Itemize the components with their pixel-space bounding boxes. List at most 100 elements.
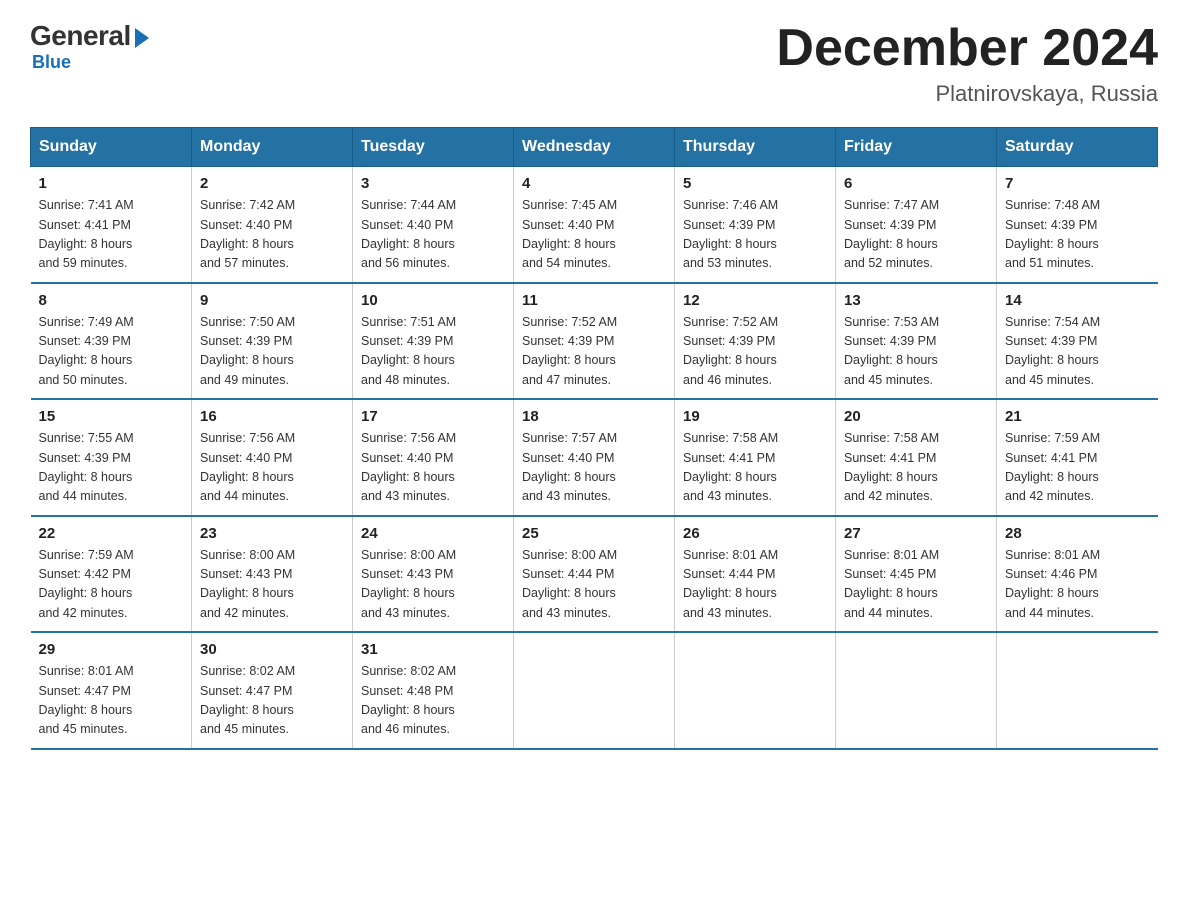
calendar-cell: 11 Sunrise: 7:52 AM Sunset: 4:39 PM Dayli… xyxy=(514,283,675,400)
day-info: Sunrise: 7:56 AM Sunset: 4:40 PM Dayligh… xyxy=(361,429,505,507)
day-info: Sunrise: 7:48 AM Sunset: 4:39 PM Dayligh… xyxy=(1005,196,1150,274)
calendar-cell: 28 Sunrise: 8:01 AM Sunset: 4:46 PM Dayli… xyxy=(997,516,1158,633)
day-info: Sunrise: 7:44 AM Sunset: 4:40 PM Dayligh… xyxy=(361,196,505,274)
logo: General Blue xyxy=(30,20,149,73)
month-title: December 2024 xyxy=(776,20,1158,77)
day-info: Sunrise: 7:50 AM Sunset: 4:39 PM Dayligh… xyxy=(200,313,344,391)
day-info: Sunrise: 8:00 AM Sunset: 4:44 PM Dayligh… xyxy=(522,546,666,624)
logo-arrow-icon xyxy=(135,28,149,48)
calendar-cell: 6 Sunrise: 7:47 AM Sunset: 4:39 PM Daylig… xyxy=(836,167,997,283)
day-info: Sunrise: 7:49 AM Sunset: 4:39 PM Dayligh… xyxy=(39,313,184,391)
day-number: 2 xyxy=(200,175,344,192)
logo-general-text: General xyxy=(30,20,131,52)
day-info: Sunrise: 7:58 AM Sunset: 4:41 PM Dayligh… xyxy=(683,429,827,507)
day-number: 12 xyxy=(683,292,827,309)
day-number: 25 xyxy=(522,525,666,542)
day-number: 19 xyxy=(683,408,827,425)
calendar-cell: 7 Sunrise: 7:48 AM Sunset: 4:39 PM Daylig… xyxy=(997,167,1158,283)
day-info: Sunrise: 7:51 AM Sunset: 4:39 PM Dayligh… xyxy=(361,313,505,391)
calendar-cell: 15 Sunrise: 7:55 AM Sunset: 4:39 PM Dayli… xyxy=(31,399,192,516)
day-info: Sunrise: 8:01 AM Sunset: 4:45 PM Dayligh… xyxy=(844,546,988,624)
day-info: Sunrise: 7:52 AM Sunset: 4:39 PM Dayligh… xyxy=(522,313,666,391)
header-thursday: Thursday xyxy=(675,128,836,167)
day-number: 15 xyxy=(39,408,184,425)
calendar-cell: 13 Sunrise: 7:53 AM Sunset: 4:39 PM Dayli… xyxy=(836,283,997,400)
day-info: Sunrise: 7:53 AM Sunset: 4:39 PM Dayligh… xyxy=(844,313,988,391)
calendar-week-row: 29 Sunrise: 8:01 AM Sunset: 4:47 PM Dayli… xyxy=(31,632,1158,749)
calendar-cell: 5 Sunrise: 7:46 AM Sunset: 4:39 PM Daylig… xyxy=(675,167,836,283)
day-info: Sunrise: 7:59 AM Sunset: 4:42 PM Dayligh… xyxy=(39,546,184,624)
calendar-cell: 20Sunrise: 7:58 AM Sunset: 4:41 PM Dayli… xyxy=(836,399,997,516)
day-info: Sunrise: 7:56 AM Sunset: 4:40 PM Dayligh… xyxy=(200,429,344,507)
day-number: 31 xyxy=(361,641,505,658)
calendar-table: SundayMondayTuesdayWednesdayThursdayFrid… xyxy=(30,127,1158,750)
calendar-cell: 23Sunrise: 8:00 AM Sunset: 4:43 PM Dayli… xyxy=(192,516,353,633)
calendar-cell: 17 Sunrise: 7:56 AM Sunset: 4:40 PM Dayli… xyxy=(353,399,514,516)
day-info: Sunrise: 8:01 AM Sunset: 4:47 PM Dayligh… xyxy=(39,662,184,740)
day-number: 3 xyxy=(361,175,505,192)
calendar-cell: 24Sunrise: 8:00 AM Sunset: 4:43 PM Dayli… xyxy=(353,516,514,633)
day-info: Sunrise: 7:55 AM Sunset: 4:39 PM Dayligh… xyxy=(39,429,184,507)
calendar-week-row: 1Sunrise: 7:41 AM Sunset: 4:41 PM Daylig… xyxy=(31,167,1158,283)
calendar-cell xyxy=(675,632,836,749)
day-number: 17 xyxy=(361,408,505,425)
day-info: Sunrise: 8:01 AM Sunset: 4:44 PM Dayligh… xyxy=(683,546,827,624)
day-number: 30 xyxy=(200,641,344,658)
calendar-cell: 10 Sunrise: 7:51 AM Sunset: 4:39 PM Dayli… xyxy=(353,283,514,400)
day-number: 6 xyxy=(844,175,988,192)
day-info: Sunrise: 7:42 AM Sunset: 4:40 PM Dayligh… xyxy=(200,196,344,274)
location-text: Platnirovskaya, Russia xyxy=(776,81,1158,107)
day-number: 18 xyxy=(522,408,666,425)
calendar-cell: 29 Sunrise: 8:01 AM Sunset: 4:47 PM Dayli… xyxy=(31,632,192,749)
calendar-cell xyxy=(997,632,1158,749)
day-number: 13 xyxy=(844,292,988,309)
calendar-cell: 4Sunrise: 7:45 AM Sunset: 4:40 PM Daylig… xyxy=(514,167,675,283)
calendar-cell: 3 Sunrise: 7:44 AM Sunset: 4:40 PM Daylig… xyxy=(353,167,514,283)
day-number: 21 xyxy=(1005,408,1150,425)
day-number: 24 xyxy=(361,525,505,542)
calendar-cell: 25 Sunrise: 8:00 AM Sunset: 4:44 PM Dayli… xyxy=(514,516,675,633)
calendar-cell: 2 Sunrise: 7:42 AM Sunset: 4:40 PM Daylig… xyxy=(192,167,353,283)
day-info: Sunrise: 7:47 AM Sunset: 4:39 PM Dayligh… xyxy=(844,196,988,274)
day-number: 1 xyxy=(39,175,184,192)
day-number: 9 xyxy=(200,292,344,309)
day-number: 28 xyxy=(1005,525,1150,542)
day-info: Sunrise: 8:02 AM Sunset: 4:48 PM Dayligh… xyxy=(361,662,505,740)
header-wednesday: Wednesday xyxy=(514,128,675,167)
day-number: 5 xyxy=(683,175,827,192)
calendar-cell: 30 Sunrise: 8:02 AM Sunset: 4:47 PM Dayli… xyxy=(192,632,353,749)
calendar-week-row: 22Sunrise: 7:59 AM Sunset: 4:42 PM Dayli… xyxy=(31,516,1158,633)
day-number: 29 xyxy=(39,641,184,658)
calendar-cell: 18 Sunrise: 7:57 AM Sunset: 4:40 PM Dayli… xyxy=(514,399,675,516)
calendar-cell xyxy=(514,632,675,749)
calendar-cell: 8 Sunrise: 7:49 AM Sunset: 4:39 PM Daylig… xyxy=(31,283,192,400)
day-info: Sunrise: 8:01 AM Sunset: 4:46 PM Dayligh… xyxy=(1005,546,1150,624)
day-info: Sunrise: 7:54 AM Sunset: 4:39 PM Dayligh… xyxy=(1005,313,1150,391)
day-info: Sunrise: 8:02 AM Sunset: 4:47 PM Dayligh… xyxy=(200,662,344,740)
calendar-week-row: 15 Sunrise: 7:55 AM Sunset: 4:39 PM Dayli… xyxy=(31,399,1158,516)
day-info: Sunrise: 7:57 AM Sunset: 4:40 PM Dayligh… xyxy=(522,429,666,507)
header-monday: Monday xyxy=(192,128,353,167)
calendar-cell: 22Sunrise: 7:59 AM Sunset: 4:42 PM Dayli… xyxy=(31,516,192,633)
calendar-cell: 19 Sunrise: 7:58 AM Sunset: 4:41 PM Dayli… xyxy=(675,399,836,516)
day-number: 8 xyxy=(39,292,184,309)
calendar-cell: 12Sunrise: 7:52 AM Sunset: 4:39 PM Dayli… xyxy=(675,283,836,400)
header-sunday: Sunday xyxy=(31,128,192,167)
header-tuesday: Tuesday xyxy=(353,128,514,167)
day-info: Sunrise: 8:00 AM Sunset: 4:43 PM Dayligh… xyxy=(200,546,344,624)
calendar-cell: 21Sunrise: 7:59 AM Sunset: 4:41 PM Dayli… xyxy=(997,399,1158,516)
calendar-cell: 9 Sunrise: 7:50 AM Sunset: 4:39 PM Daylig… xyxy=(192,283,353,400)
day-info: Sunrise: 7:46 AM Sunset: 4:39 PM Dayligh… xyxy=(683,196,827,274)
day-number: 10 xyxy=(361,292,505,309)
day-number: 7 xyxy=(1005,175,1150,192)
day-number: 26 xyxy=(683,525,827,542)
day-number: 20 xyxy=(844,408,988,425)
calendar-cell: 26 Sunrise: 8:01 AM Sunset: 4:44 PM Dayli… xyxy=(675,516,836,633)
calendar-cell: 16Sunrise: 7:56 AM Sunset: 4:40 PM Dayli… xyxy=(192,399,353,516)
calendar-week-row: 8 Sunrise: 7:49 AM Sunset: 4:39 PM Daylig… xyxy=(31,283,1158,400)
header-friday: Friday xyxy=(836,128,997,167)
calendar-cell: 31 Sunrise: 8:02 AM Sunset: 4:48 PM Dayli… xyxy=(353,632,514,749)
logo-blue-text: Blue xyxy=(32,52,71,73)
calendar-cell: 14Sunrise: 7:54 AM Sunset: 4:39 PM Dayli… xyxy=(997,283,1158,400)
day-number: 11 xyxy=(522,292,666,309)
